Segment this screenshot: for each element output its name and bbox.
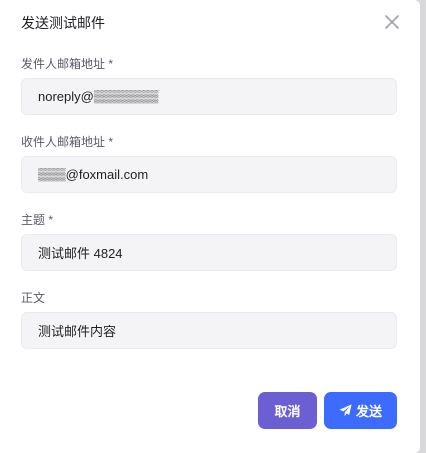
body-field: 正文 [21, 291, 397, 349]
subject-input[interactable] [21, 234, 397, 271]
send-test-email-dialog: 发送测试邮件 发件人邮箱地址 * 收件人邮箱地址 * 主题 * 正文 取消 发送 [0, 0, 420, 453]
subject-label: 主题 * [21, 213, 54, 227]
recipient-email-input[interactable] [21, 156, 397, 193]
recipient-label: 收件人邮箱地址 * [21, 135, 114, 149]
send-button[interactable]: 发送 [324, 392, 397, 429]
cancel-button-label: 取消 [274, 404, 301, 419]
cancel-button[interactable]: 取消 [258, 392, 317, 429]
dialog-title: 发送测试邮件 [21, 15, 105, 31]
body-input[interactable] [21, 312, 397, 349]
subject-field: 主题 * [21, 213, 397, 271]
body-label: 正文 [21, 291, 46, 305]
send-button-label: 发送 [355, 404, 382, 419]
close-icon[interactable] [381, 11, 403, 33]
sender-label: 发件人邮箱地址 * [21, 57, 114, 71]
recipient-field: 收件人邮箱地址 * [21, 135, 397, 193]
sender-email-input[interactable] [21, 78, 397, 115]
sender-field: 发件人邮箱地址 * [21, 57, 397, 115]
paper-plane-icon [339, 404, 352, 417]
